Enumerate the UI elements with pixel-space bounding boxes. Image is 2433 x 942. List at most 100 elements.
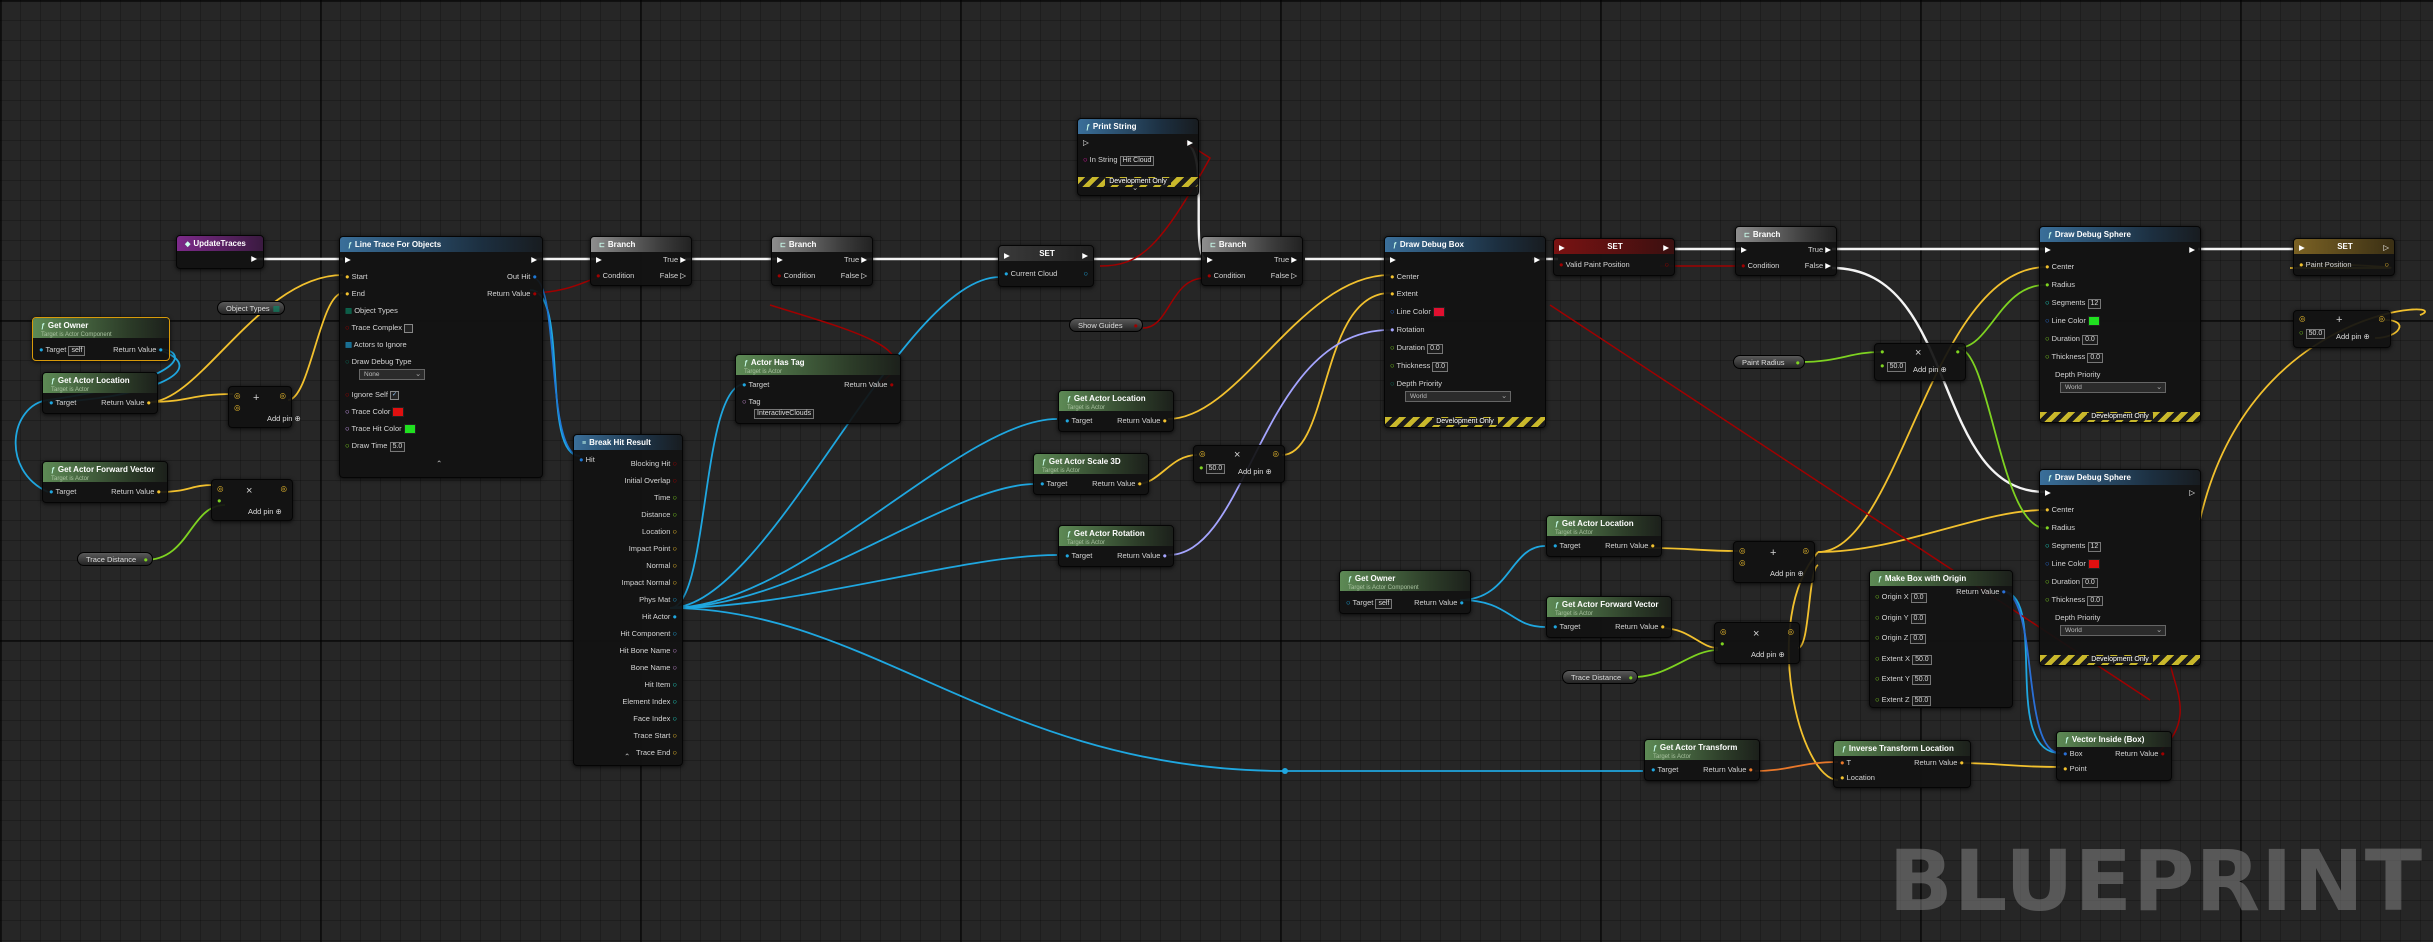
duration-pin[interactable]: ○ Duration 0.0 (2045, 334, 2098, 345)
show-guides-variable[interactable]: Show Guides ● (1069, 318, 1143, 332)
exec-in-pin[interactable]: ▷ (1083, 138, 1089, 148)
condition-pin[interactable]: ● Condition (1207, 271, 1245, 281)
true-pin[interactable]: True ▶ (663, 255, 686, 265)
extent-x-pin[interactable]: ○ Extent X 50.0 (1875, 649, 1932, 670)
output-pin[interactable]: Impact Point ○ (620, 540, 677, 557)
duration-pin[interactable]: ○ Duration 0.0 (2045, 577, 2098, 588)
ignore-self-checkbox[interactable]: ✓ (390, 390, 399, 400)
output-pin[interactable]: Phys Mat ○ (620, 591, 677, 608)
valid-paint-position-pin[interactable]: ● Valid Paint Position (1559, 260, 1630, 270)
thickness-pin[interactable]: ○ Thickness 0.0 (1390, 361, 1449, 372)
output-pin[interactable]: Location ○ (620, 523, 677, 540)
exec-in-pin[interactable]: ▶ (1559, 243, 1565, 253)
vector-pin-icon[interactable]: ○ (2384, 260, 2389, 270)
depth-priority-dropdown[interactable]: World ⌄ (2060, 382, 2166, 393)
vector-pin-icon[interactable]: ◎ (1739, 558, 1746, 568)
ignore-self-pin[interactable]: ○ Ignore Self ✓ (345, 390, 399, 400)
vector-pin-icon[interactable]: ◎ (2299, 314, 2306, 324)
add-pin-button[interactable]: Add pin ⊕ (267, 414, 301, 423)
exec-out-pin[interactable]: ▶ (1663, 243, 1669, 253)
end-pin[interactable]: ● End (345, 289, 365, 299)
vector-inside-box-node[interactable]: ƒ Vector Inside (Box) ● Box ● Point Retur… (2056, 731, 2172, 781)
depth-priority-dropdown[interactable]: World ⌄ (2060, 625, 2166, 636)
origin-z-pin[interactable]: ○ Origin Z 0.0 (1875, 628, 1932, 649)
target-pin[interactable]: ● Target (49, 487, 76, 497)
line-color-swatch[interactable] (1432, 307, 1445, 318)
output-pin[interactable]: Distance ○ (620, 506, 677, 523)
draw-debug-sphere-node[interactable]: ƒ Draw Debug Sphere ▶ ▷ ● Center ● Radius… (2039, 469, 2201, 666)
vector-pin-icon[interactable]: ◎ (279, 391, 286, 401)
exec-in-pin[interactable]: ▶ (345, 255, 351, 265)
output-pin[interactable]: Bone Name ○ (620, 659, 677, 676)
return-value-pin[interactable]: Return Value ● (1092, 479, 1142, 489)
target-pin[interactable]: ● Target (1553, 541, 1580, 551)
return-value-pin[interactable]: Return Value ● (111, 487, 161, 497)
draw-time-pin[interactable]: ○ Draw Time 5.0 (345, 441, 406, 452)
vector-multiply-node[interactable]: ◎ ● 50.0 ◎ × Add pin ⊕ (1193, 445, 1285, 483)
trace-complex-checkbox[interactable] (404, 323, 414, 333)
float-pin-icon[interactable]: ● 50.0 (1880, 361, 1907, 372)
center-pin[interactable]: ● Center (1390, 272, 1419, 282)
line-color-pin[interactable]: ○ Line Color (2045, 316, 2100, 327)
trace-hit-color-pin[interactable]: ○ Trace Hit Color (345, 424, 416, 435)
vector-pin-icon[interactable]: ◎ (1787, 627, 1794, 637)
target-pin[interactable]: ● Target self (39, 345, 86, 356)
vector-pin-icon[interactable]: ◎ (1720, 627, 1727, 637)
draw-debug-box-node[interactable]: ƒ Draw Debug Box ▶ ▶ ● Center ● Extent ○ … (1384, 236, 1546, 428)
expand-chevron-icon[interactable]: ⌄ (1132, 183, 1138, 193)
get-actor-location-node[interactable]: ƒ Get Actor Location Target is Actor ● Tar… (1546, 515, 1662, 557)
float-pin-icon[interactable]: ● (1955, 347, 1960, 357)
exec-in-pin[interactable]: ▶ (596, 255, 602, 265)
branch-node[interactable]: ⊏ Branch ▶ ● Condition True ▶ False ▷ (590, 236, 692, 286)
vector-pin-icon[interactable]: ◎ (2378, 314, 2385, 324)
target-pin[interactable]: ● Target (1651, 765, 1678, 775)
output-pin[interactable]: Hit Component ○ (620, 625, 677, 642)
output-pin[interactable]: Blocking Hit ○ (620, 455, 677, 472)
get-actor-rotation-node[interactable]: ƒ Get Actor Rotation Target is Actor ● Tar… (1058, 525, 1174, 567)
update-traces-event-node[interactable]: ◆ UpdateTraces ▶ (176, 235, 264, 269)
set-valid-paint-position-node[interactable]: SET ▶ ▶ ● Valid Paint Position ○ (1553, 238, 1675, 276)
break-hit-result-node[interactable]: ≡ Break Hit Result ● Hit Blocking Hit ○ I… (573, 434, 683, 766)
trace-distance-variable[interactable]: Trace Distance ● (1562, 670, 1638, 684)
target-pin[interactable]: ● Target (742, 380, 769, 390)
print-string-node[interactable]: ƒ Print String ▷ ▶ ○ In String Hit Cloud … (1077, 118, 1199, 196)
exec-in-pin[interactable]: ▶ (1741, 245, 1747, 255)
line-color-pin[interactable]: ○ Line Color (2045, 559, 2100, 570)
object-types-variable[interactable]: Object Types ▦ (217, 301, 285, 315)
target-pin[interactable]: ○ Target self (1346, 598, 1393, 609)
float-pin-icon[interactable]: ● 50.0 (1199, 463, 1226, 474)
vector-pin-icon[interactable]: ◎ (1802, 546, 1809, 556)
branch-node[interactable]: ⊏ Branch ▶ ● Condition True ▶ False ▷ (771, 236, 873, 286)
return-value-pin[interactable]: Return Value ● (113, 345, 163, 355)
get-actor-location-node[interactable]: ƒ Get Actor Location Target is Actor ● Tar… (1058, 390, 1174, 432)
get-actor-forward-vector-node[interactable]: ƒ Get Actor Forward Vector Target is Actor… (1546, 596, 1672, 638)
add-pin-button[interactable]: Add pin ⊕ (248, 507, 282, 516)
target-pin[interactable]: ● Target (49, 398, 76, 408)
center-pin[interactable]: ● Center (2045, 505, 2074, 515)
vector-pin-icon[interactable]: ◎ (217, 484, 224, 494)
bool-pin-icon[interactable]: ○ (1664, 260, 1669, 270)
add-pin-button[interactable]: Add pin ⊕ (1913, 365, 1947, 374)
start-pin[interactable]: ● Start (345, 272, 367, 282)
depth-priority-pin[interactable]: ○ Depth Priority (1390, 379, 1442, 389)
exec-out-pin[interactable]: ▷ (2189, 488, 2195, 498)
target-pin[interactable]: ● Target (1065, 551, 1092, 561)
exec-in-pin[interactable]: ▶ (1004, 251, 1010, 261)
in-string-pin[interactable]: ○ In String Hit Cloud (1083, 155, 1155, 166)
thickness-pin[interactable]: ○ Thickness 0.0 (2045, 595, 2104, 606)
origin-y-pin[interactable]: ○ Origin Y 0.0 (1875, 608, 1932, 629)
box-pin[interactable]: ● Box (2063, 749, 2083, 759)
set-paint-position-node[interactable]: SET ▶ ▷ ● Paint Position ○ (2293, 238, 2395, 276)
output-pin[interactable]: Face Index ○ (620, 710, 677, 727)
exec-out-pin[interactable]: ▶ (531, 255, 537, 265)
vector-multiply-node[interactable]: ◎ ● ◎ × Add pin ⊕ (211, 479, 293, 521)
actor-has-tag-node[interactable]: ƒ Actor Has Tag Target is Actor ● Target ○… (735, 354, 901, 424)
line-color-swatch[interactable] (2087, 316, 2100, 327)
exec-out-pin[interactable]: ▶ (1534, 255, 1540, 265)
tag-pin[interactable]: ○ Tag (742, 397, 761, 407)
vector-pin-icon[interactable]: ◎ (234, 403, 241, 413)
return-value-pin[interactable]: Return Value ● (1414, 598, 1464, 608)
thickness-pin[interactable]: ○ Thickness 0.0 (2045, 352, 2104, 363)
condition-pin[interactable]: ● Condition (777, 271, 815, 281)
collapse-chevron-icon[interactable]: ⌃ (624, 752, 630, 762)
